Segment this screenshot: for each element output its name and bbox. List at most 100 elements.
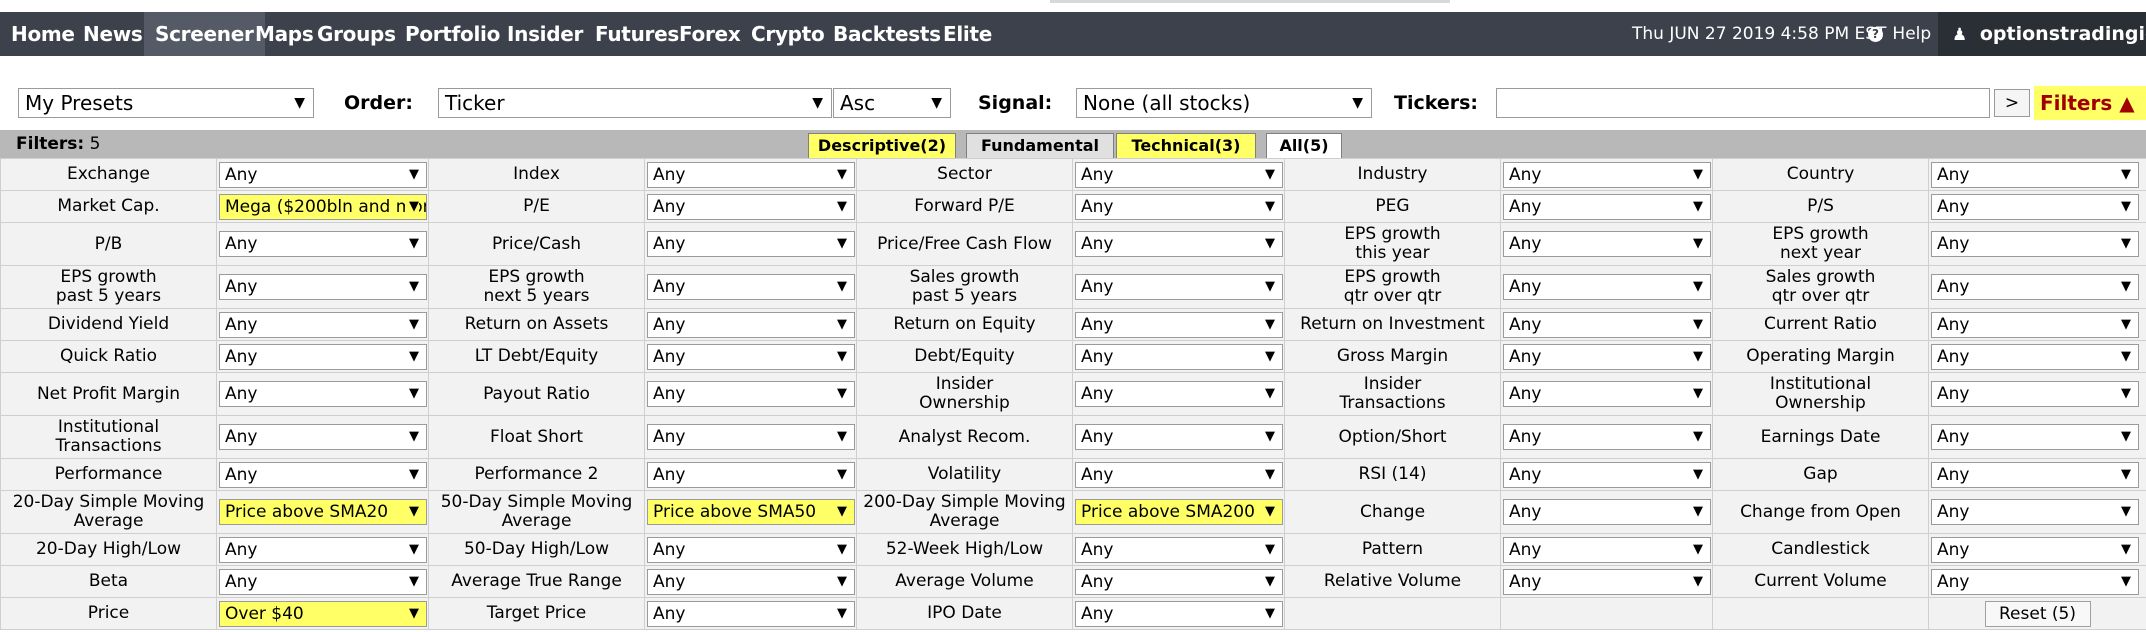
tab-all[interactable]: All(5) bbox=[1266, 133, 1342, 158]
filter-select[interactable]: Any ▼ bbox=[1503, 161, 1711, 188]
chevron-down-icon: ▼ bbox=[294, 95, 305, 111]
filter-select[interactable]: Any ▼ bbox=[1503, 424, 1711, 450]
filter-select[interactable]: Any ▼ bbox=[647, 343, 855, 370]
filter-label: Exchange bbox=[0, 158, 217, 191]
filter-select[interactable]: Any ▼ bbox=[1931, 381, 2139, 407]
nav-item-elite[interactable]: Elite bbox=[932, 12, 1003, 56]
filter-select[interactable]: Any ▼ bbox=[647, 424, 855, 450]
filter-select[interactable]: Any ▼ bbox=[1075, 193, 1283, 220]
tickers-go-button[interactable]: > bbox=[1994, 89, 2030, 117]
filter-select[interactable]: Any ▼ bbox=[1075, 600, 1283, 627]
filter-label bbox=[1284, 597, 1501, 630]
filter-label: Quick Ratio bbox=[0, 340, 217, 373]
filter-label-line: Sector bbox=[937, 164, 992, 184]
filter-select[interactable]: Price above SMA200 ▼ bbox=[1075, 499, 1283, 525]
filter-select[interactable]: Any ▼ bbox=[1075, 231, 1283, 257]
filter-select[interactable]: Any ▼ bbox=[1075, 536, 1283, 563]
filter-select[interactable]: Any ▼ bbox=[647, 568, 855, 595]
filter-select[interactable]: Any ▼ bbox=[1931, 343, 2139, 370]
filter-select[interactable]: Any ▼ bbox=[647, 600, 855, 627]
filter-select[interactable]: Any ▼ bbox=[1931, 424, 2139, 450]
filter-label: Payout Ratio bbox=[428, 372, 645, 416]
filter-select[interactable]: Any ▼ bbox=[1075, 381, 1283, 407]
nav-item-news[interactable]: News bbox=[72, 12, 153, 56]
filters-toggle[interactable]: Filters ▲ bbox=[2034, 86, 2146, 120]
filter-select[interactable]: Any ▼ bbox=[1931, 461, 2139, 488]
filter-select[interactable]: Any ▼ bbox=[1931, 568, 2139, 595]
filter-select[interactable]: Any ▼ bbox=[1075, 461, 1283, 488]
filter-select[interactable]: Any ▼ bbox=[219, 161, 427, 188]
reset-filters-button[interactable]: Reset (5) bbox=[1984, 600, 2091, 627]
filter-select[interactable]: Any ▼ bbox=[219, 461, 427, 488]
filter-select[interactable]: Any ▼ bbox=[1931, 161, 2139, 188]
filter-select[interactable]: Any ▼ bbox=[1503, 461, 1711, 488]
filter-select[interactable]: Any ▼ bbox=[1503, 381, 1711, 407]
filter-label: Price bbox=[0, 597, 217, 630]
user-menu[interactable]: ♟ optionstradingiq bbox=[1938, 12, 2146, 56]
filter-label-line: Gap bbox=[1803, 464, 1838, 484]
nav-item-insider[interactable]: Insider bbox=[496, 12, 594, 56]
order-select[interactable]: Ticker ▼ bbox=[438, 88, 832, 118]
chevron-down-icon: ▼ bbox=[1689, 537, 1703, 562]
filter-select[interactable]: Any ▼ bbox=[1503, 231, 1711, 257]
filter-select[interactable]: Any ▼ bbox=[1931, 274, 2139, 300]
filter-select[interactable]: Any ▼ bbox=[647, 311, 855, 338]
filter-select[interactable]: Any ▼ bbox=[1931, 499, 2139, 525]
filter-select[interactable]: Any ▼ bbox=[1503, 274, 1711, 300]
filter-select[interactable]: Any ▼ bbox=[1503, 193, 1711, 220]
filter-select[interactable]: Any ▼ bbox=[1075, 311, 1283, 338]
filter-select[interactable]: Any ▼ bbox=[647, 536, 855, 563]
filter-select[interactable]: Any ▼ bbox=[219, 343, 427, 370]
chevron-down-icon: ▼ bbox=[1261, 382, 1275, 406]
presets-select[interactable]: My Presets ▼ bbox=[18, 88, 314, 118]
filter-select[interactable]: Any ▼ bbox=[219, 274, 427, 300]
filter-select[interactable]: Any ▼ bbox=[647, 461, 855, 488]
filter-select[interactable]: Any ▼ bbox=[1931, 311, 2139, 338]
filter-select[interactable]: Any ▼ bbox=[1931, 193, 2139, 220]
nav-item-forex[interactable]: Forex bbox=[668, 12, 751, 56]
filter-select[interactable]: Any ▼ bbox=[219, 424, 427, 450]
filter-select[interactable]: Price above SMA50 ▼ bbox=[647, 499, 855, 525]
chevron-down-icon: ▼ bbox=[1689, 382, 1703, 406]
filter-label: Analyst Recom. bbox=[856, 415, 1073, 459]
filter-select[interactable]: Any ▼ bbox=[1503, 536, 1711, 563]
filter-select[interactable]: Any ▼ bbox=[1503, 568, 1711, 595]
filter-select[interactable]: Any ▼ bbox=[647, 193, 855, 220]
filter-select[interactable]: Over $40 ▼ bbox=[219, 600, 427, 627]
filter-value-cell: Any ▼ bbox=[644, 415, 857, 459]
tickers-input[interactable] bbox=[1496, 88, 1990, 118]
filter-select[interactable]: Any ▼ bbox=[647, 231, 855, 257]
direction-select[interactable]: Asc ▼ bbox=[833, 88, 951, 118]
filter-select[interactable]: Any ▼ bbox=[219, 568, 427, 595]
help-link[interactable]: ? Help bbox=[1868, 12, 1931, 56]
filter-select[interactable]: Any ▼ bbox=[1075, 343, 1283, 370]
filter-select[interactable]: Any ▼ bbox=[647, 274, 855, 300]
tab-technical[interactable]: Technical(3) bbox=[1116, 133, 1256, 158]
tab-fundamental[interactable]: Fundamental bbox=[966, 133, 1114, 158]
filter-select[interactable]: Any ▼ bbox=[1503, 499, 1711, 525]
chevron-down-icon: ▼ bbox=[405, 162, 419, 187]
filter-select[interactable]: Any ▼ bbox=[647, 161, 855, 188]
nav-item-portfolio[interactable]: Portfolio bbox=[394, 12, 511, 56]
filter-select[interactable]: Any ▼ bbox=[1075, 568, 1283, 595]
filter-select[interactable]: Any ▼ bbox=[1075, 161, 1283, 188]
filter-select[interactable]: Price above SMA20 ▼ bbox=[219, 499, 427, 525]
tab-descriptive[interactable]: Descriptive(2) bbox=[808, 133, 956, 158]
filter-select[interactable]: Any ▼ bbox=[1075, 274, 1283, 300]
chevron-down-icon: ▼ bbox=[405, 232, 419, 256]
filter-select[interactable]: Any ▼ bbox=[1931, 536, 2139, 563]
filter-select-value: Any bbox=[1509, 346, 1542, 367]
filter-select[interactable]: Any ▼ bbox=[647, 381, 855, 407]
filter-select[interactable]: Any ▼ bbox=[1075, 424, 1283, 450]
filter-select[interactable]: Any ▼ bbox=[219, 311, 427, 338]
filter-select[interactable]: Any ▼ bbox=[1503, 311, 1711, 338]
filter-value-cell: Any ▼ bbox=[644, 565, 857, 598]
signal-select[interactable]: None (all stocks) ▼ bbox=[1076, 88, 1372, 118]
filter-select[interactable]: Mega ($200bln and more) ▼ bbox=[219, 193, 427, 220]
filter-select[interactable]: Any ▼ bbox=[1931, 231, 2139, 257]
nav-item-groups[interactable]: Groups bbox=[306, 12, 407, 56]
filter-select[interactable]: Any ▼ bbox=[219, 536, 427, 563]
filter-select[interactable]: Any ▼ bbox=[1503, 343, 1711, 370]
filter-select[interactable]: Any ▼ bbox=[219, 231, 427, 257]
filter-select[interactable]: Any ▼ bbox=[219, 381, 427, 407]
